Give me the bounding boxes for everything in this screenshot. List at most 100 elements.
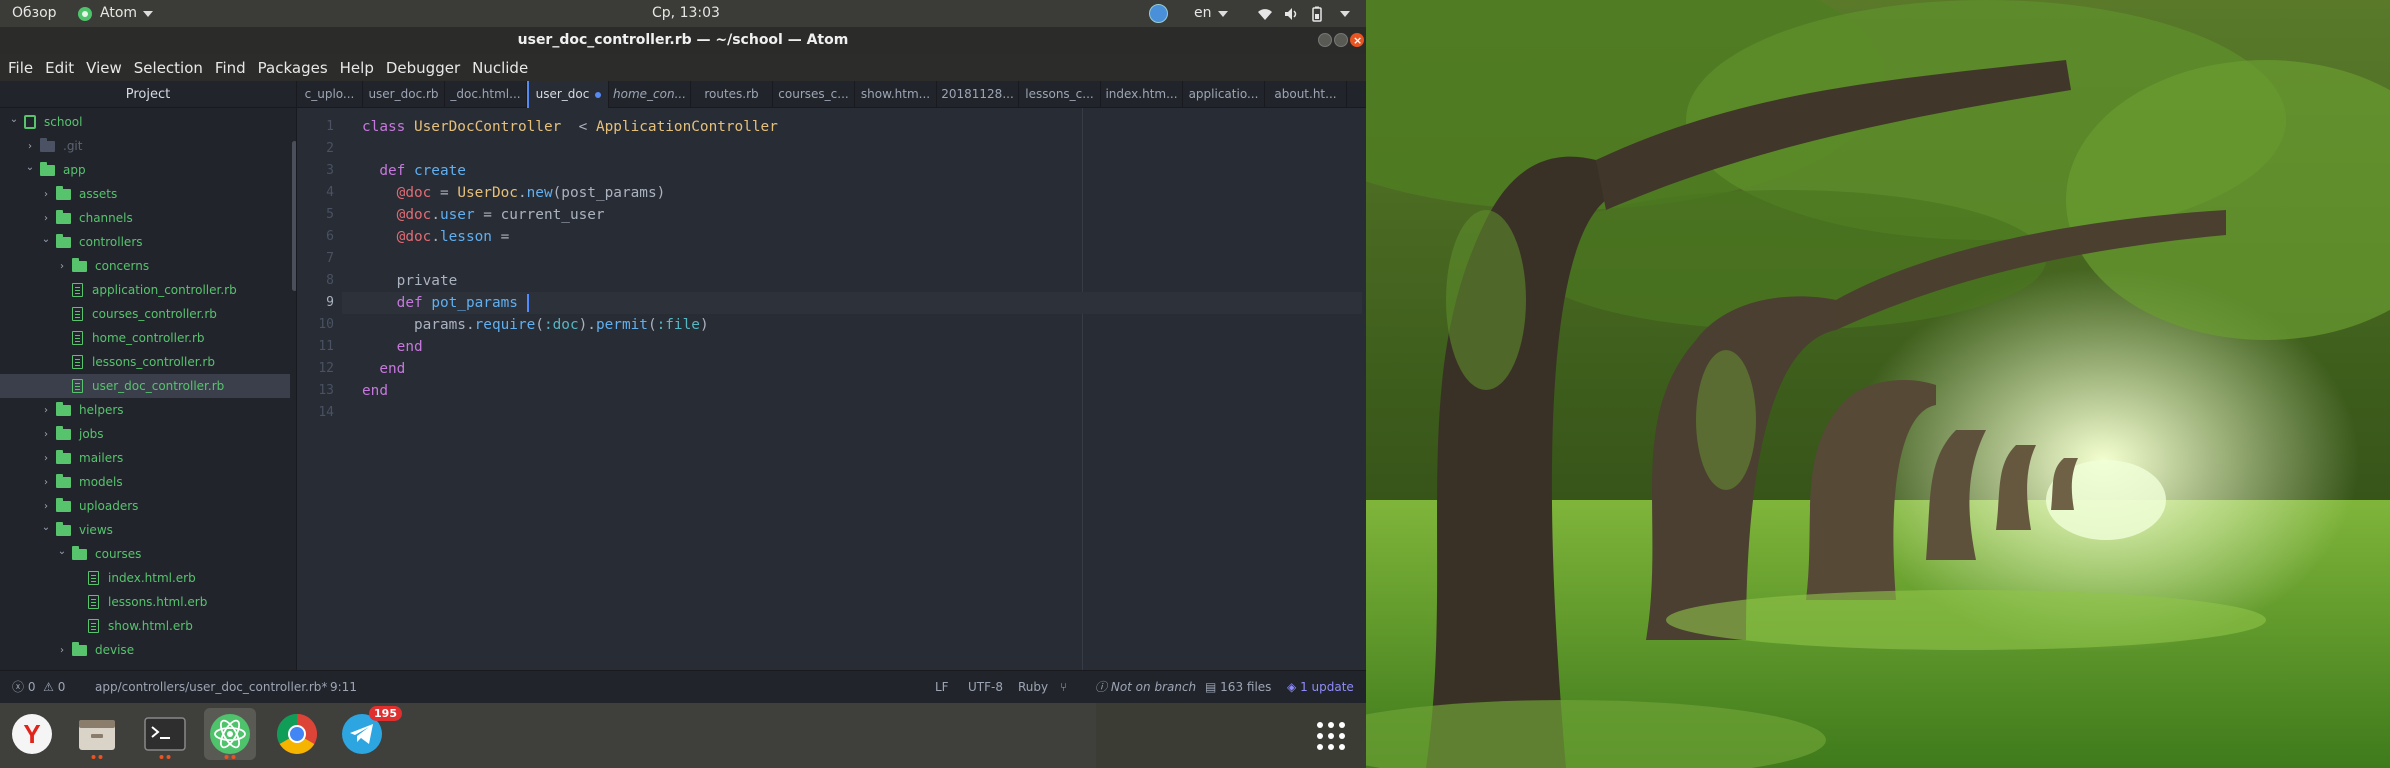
clock[interactable]: Ср, 13:03 — [652, 0, 720, 27]
dock-atom[interactable] — [204, 708, 256, 760]
editor-tab[interactable]: 20181128... — [937, 81, 1019, 108]
editor-tab[interactable]: show.htm... — [855, 81, 937, 108]
code-line[interactable]: class UserDocController < ApplicationCon… — [362, 116, 778, 138]
tree-file-item[interactable]: application_controller.rb — [0, 278, 290, 302]
line-number[interactable]: 3 — [294, 160, 334, 182]
cursor-position[interactable]: 9:11 — [330, 671, 357, 704]
code-editor[interactable]: 1 2 3 4 5 6 7 8 9 10 11 12 13 14 class UserDocControl… — [297, 108, 1366, 670]
editor-tab[interactable]: user_doc — [527, 81, 609, 108]
line-number[interactable]: 4 — [294, 182, 334, 204]
line-number[interactable]: 5 — [294, 204, 334, 226]
code-line[interactable]: @doc.lesson = — [362, 226, 518, 248]
close-button[interactable]: × — [1350, 33, 1364, 47]
app-menu-button[interactable]: Atom — [78, 0, 154, 27]
tree-file-item[interactable]: courses_controller.rb — [0, 302, 290, 326]
code-line[interactable]: private — [362, 270, 458, 292]
battery-icon[interactable] — [1309, 6, 1325, 22]
tree-file-item[interactable]: lessons.html.erb — [0, 590, 290, 614]
wifi-icon[interactable] — [1257, 6, 1273, 22]
tree-folder-item[interactable]: ⌄ views — [0, 518, 290, 542]
grammar-selector[interactable]: Ruby — [1018, 671, 1048, 704]
line-number[interactable]: 14 — [294, 402, 334, 424]
code-line[interactable]: params.require(:doc).permit(:file) — [362, 314, 709, 336]
tree-folder-item[interactable]: › jobs — [0, 422, 290, 446]
line-number[interactable]: 13 — [294, 380, 334, 402]
code-line[interactable]: end — [362, 358, 405, 380]
tree-folder-item[interactable]: › devise — [0, 638, 290, 662]
software-updater-icon[interactable] — [1149, 4, 1168, 23]
file-count[interactable]: ▤ 163 files — [1205, 671, 1271, 704]
code-line[interactable]: def pot_params — [362, 292, 518, 314]
line-number[interactable]: 12 — [294, 358, 334, 380]
tree-header[interactable]: Project — [0, 81, 296, 108]
dock-chrome[interactable] — [271, 708, 323, 760]
code-line[interactable]: end — [362, 380, 388, 402]
menu-edit[interactable]: Edit — [45, 59, 74, 77]
tree-file-item[interactable]: user_doc_controller.rb — [0, 374, 290, 398]
activities-button[interactable]: Обзор — [12, 0, 57, 27]
git-branch-status[interactable]: ⓘ Not on branch — [1095, 671, 1196, 704]
editor-tab[interactable]: home_con... — [609, 81, 691, 108]
keyboard-layout-button[interactable]: en — [1194, 0, 1228, 27]
editor-tab[interactable]: _doc.html... — [445, 81, 527, 108]
editor-tab[interactable]: routes.rb — [691, 81, 773, 108]
tree-folder-item[interactable]: ⌄ school — [0, 110, 290, 134]
window-titlebar[interactable]: user_doc_controller.rb — ~/school — Atom… — [0, 27, 1366, 54]
tree-file-item[interactable]: show.html.erb — [0, 614, 290, 638]
dock-telegram[interactable]: 195 — [336, 706, 402, 760]
menu-find[interactable]: Find — [215, 59, 246, 77]
menu-view[interactable]: View — [86, 59, 122, 77]
editor-tab[interactable]: index.htm... — [1101, 81, 1183, 108]
code-line[interactable]: @doc.user = current_user — [362, 204, 605, 226]
editor-tab[interactable]: lessons_c... — [1019, 81, 1101, 108]
tree-file-item[interactable]: index.html.erb — [0, 566, 290, 590]
tree-folder-item[interactable]: › models — [0, 470, 290, 494]
line-number[interactable]: 7 — [294, 248, 334, 270]
line-number[interactable]: 1 — [294, 116, 334, 138]
editor-tab[interactable]: courses_c... — [773, 81, 855, 108]
update-button[interactable]: ◈ 1 update — [1287, 671, 1354, 704]
maximize-button[interactable] — [1334, 33, 1348, 47]
menu-debugger[interactable]: Debugger — [386, 59, 460, 77]
tree-file-item[interactable]: home_controller.rb — [0, 326, 290, 350]
file-path[interactable]: app/controllers/user_doc_controller.rb* — [95, 671, 327, 704]
menu-file[interactable]: File — [8, 59, 33, 77]
tree-folder-item[interactable]: › uploaders — [0, 494, 290, 518]
editor-tab[interactable]: user_doc.rb — [363, 81, 445, 108]
menu-selection[interactable]: Selection — [134, 59, 203, 77]
tree-folder-item[interactable]: ⌄ courses — [0, 542, 290, 566]
system-menu-chevron-icon[interactable] — [1340, 11, 1350, 17]
menu-packages[interactable]: Packages — [258, 59, 328, 77]
line-number[interactable]: 2 — [294, 138, 334, 160]
minimize-button[interactable] — [1318, 33, 1332, 47]
line-number[interactable]: 10 — [294, 314, 334, 336]
menu-nuclide[interactable]: Nuclide — [472, 59, 528, 77]
tree-folder-item[interactable]: › mailers — [0, 446, 290, 470]
modified-indicator-icon[interactable] — [595, 91, 602, 98]
encoding-selector[interactable]: UTF-8 — [968, 671, 1003, 704]
dock-yandex-browser[interactable]: Y — [6, 708, 58, 760]
volume-icon[interactable] — [1283, 6, 1299, 22]
editor-tab[interactable]: c_uplo... — [297, 81, 363, 108]
menu-help[interactable]: Help — [340, 59, 374, 77]
dock-terminal[interactable] — [139, 708, 191, 760]
tree-folder-item[interactable]: ⌄ controllers — [0, 230, 290, 254]
tree-folder-item[interactable]: › .git — [0, 134, 290, 158]
line-number[interactable]: 9 — [294, 292, 334, 314]
tree-folder-item[interactable]: › helpers — [0, 398, 290, 422]
editor-tab[interactable]: about.ht... — [1265, 81, 1347, 108]
tree-folder-item[interactable]: ⌄ app — [0, 158, 290, 182]
line-number[interactable]: 6 — [294, 226, 334, 248]
show-applications-button[interactable] — [1306, 711, 1356, 761]
line-ending-selector[interactable]: LF — [935, 671, 949, 704]
tree-file-item[interactable]: lessons_controller.rb — [0, 350, 290, 374]
line-number[interactable]: 11 — [294, 336, 334, 358]
tree-folder-item[interactable]: › channels — [0, 206, 290, 230]
tree-folder-item[interactable]: › assets — [0, 182, 290, 206]
diagnostics-button[interactable]: ⓧ 0 ⚠ 0 — [12, 671, 65, 704]
line-number[interactable]: 8 — [294, 270, 334, 292]
code-line[interactable]: end — [362, 336, 423, 358]
dock-files[interactable] — [71, 708, 123, 760]
code-line[interactable]: def create — [362, 160, 466, 182]
code-line[interactable]: @doc = UserDoc.new(post_params) — [362, 182, 666, 204]
